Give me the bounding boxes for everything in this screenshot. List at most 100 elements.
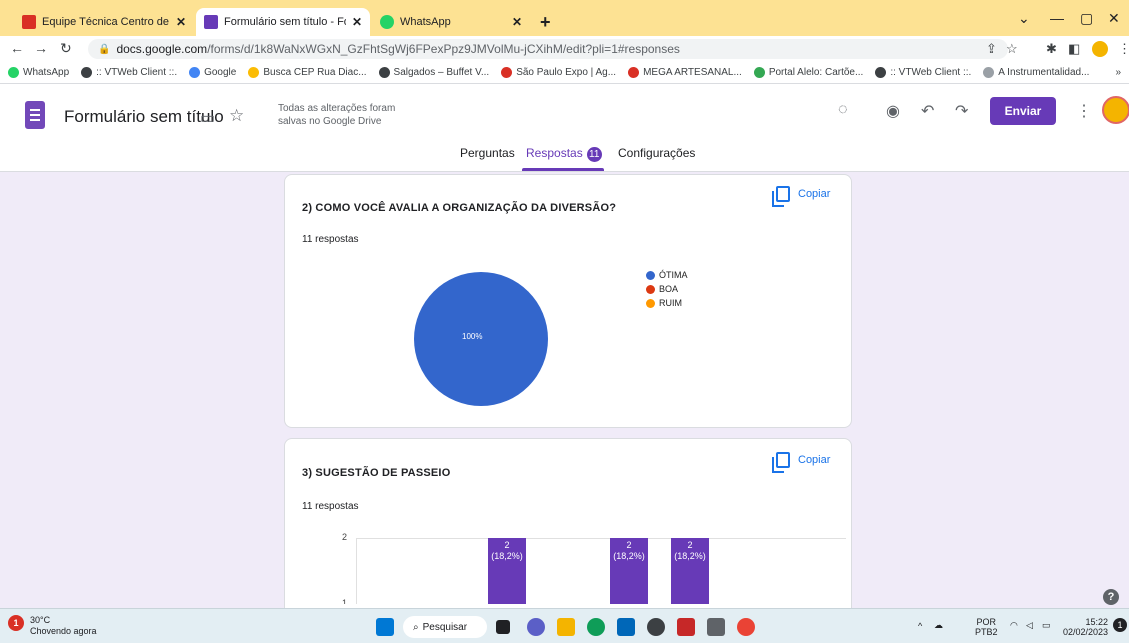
star-icon[interactable]: ☆ [229,106,244,126]
store-icon[interactable] [617,618,635,636]
browser-tab-forms[interactable]: Formulário sem título - Formulári ✕ [196,8,370,36]
bar-chart: 2 1 2 (18,2%) 2 (18,2%) 2 (18,2%) [330,528,850,604]
weather-alert-icon: 1 [8,615,24,631]
help-button[interactable]: ? [1103,589,1119,605]
bookmark-item[interactable]: Salgados – Buffet V... [378,67,489,78]
language-indicator[interactable]: POR PTB2 [975,617,998,637]
browser-tab-gmail[interactable]: Equipe Técnica Centro de Referê ✕ [14,8,194,36]
browser-tab-whatsapp[interactable]: WhatsApp ✕ [372,8,530,36]
url-input[interactable]: 🔒 docs.google.com /forms/d/1k8WaNxWGxN_G… [88,39,1008,59]
tab-responses[interactable]: Respostas 11 [526,146,602,162]
response-count: 11 respostas [302,501,359,512]
address-bar-row: ← → ↻ 🔒 docs.google.com /forms/d/1k8WaNx… [0,36,1129,62]
bookmark-item[interactable]: Portal Alelo: Cartõe... [753,67,864,78]
copy-chart-button[interactable]: Copiar [772,186,830,207]
volume-icon[interactable]: ◁ [1026,620,1033,630]
gmail-icon [22,15,36,29]
more-options-icon[interactable]: ⋮ [1076,101,1092,121]
undo-icon[interactable]: ↶ [921,101,934,121]
keyboard-layout: PTB2 [975,627,998,637]
gridline [356,538,846,539]
time: 15:22 [1085,617,1109,627]
bookmark-item[interactable]: São Paulo Expo | Ag... [501,67,616,78]
extensions-icon[interactable]: ✱ [1046,41,1057,57]
profile-icon[interactable] [1092,41,1108,57]
reload-icon[interactable]: ↻ [60,40,72,57]
save-status: Todas as alterações foram salvas no Goog… [278,103,396,127]
bookmark-item[interactable]: A Instrumentalidad... [983,67,1089,78]
redo-icon[interactable]: ↷ [955,101,968,121]
legend-label: BOA [659,284,679,294]
tab-search-icon[interactable]: ⌄ [1018,10,1030,27]
bookmarks-bar: WhatsApp:: VTWeb Client ::. Google Busca C… [0,62,1129,84]
chat-icon[interactable] [527,618,545,636]
dell-icon[interactable] [647,618,665,636]
chrome-icon[interactable] [737,618,755,636]
url-path: /forms/d/1k8WaNxWGxN_GzFhtSgWj6FPexPpz9J… [207,42,680,56]
tab-title: Formulário sem título - Formulári [224,16,346,28]
taskbar-search[interactable]: ⌕ Pesquisar [403,616,487,638]
bookmark-label: A Instrumentalidad... [998,67,1090,78]
windows-start-icon[interactable] [376,618,394,636]
side-panel-icon[interactable]: ◧ [1068,41,1080,57]
forms-logo-icon[interactable] [25,101,45,129]
bookmark-label: São Paulo Expo | Ag... [516,67,617,78]
tab-settings[interactable]: Configurações [618,146,695,160]
bookmark-item[interactable]: :: VTWeb Client ::. [875,67,971,78]
copy-chart-button[interactable]: Copiar [772,452,830,473]
bookmark-label: Busca CEP Rua Diac... [263,67,367,78]
legend-item: BOA [646,282,688,296]
menu-icon[interactable]: ⋮ [1118,41,1129,57]
file-explorer-icon[interactable] [557,618,575,636]
preview-eye-icon[interactable]: ◉ [886,101,900,121]
app-icon[interactable] [707,618,725,636]
send-button[interactable]: Enviar [990,97,1056,125]
close-icon[interactable]: ✕ [512,15,522,29]
clock[interactable]: 15:22 02/02/2023 [1063,617,1108,637]
tray-chevron-icon[interactable]: ^ [918,621,922,631]
bookmark-icon [248,67,260,78]
cloud-icon[interactable]: ☁ [934,620,943,630]
task-view-icon[interactable] [496,620,510,634]
search-label: Pesquisar [422,621,468,633]
forward-icon[interactable]: → [34,40,48,56]
bookmark-star-icon[interactable]: ☆ [1006,41,1018,57]
bookmark-item[interactable]: Google [189,67,236,78]
wifi-icon[interactable]: ◠ [1010,620,1018,630]
whatsapp-icon [380,15,394,29]
close-window-button[interactable]: ✕ [1108,10,1120,27]
bookmark-item[interactable]: Busca CEP Rua Diac... [248,67,367,78]
share-icon[interactable]: ⇪ [986,41,997,57]
bookmark-icon [8,67,19,78]
bookmark-icon [501,67,513,78]
bookmark-label: Portal Alelo: Cartõe... [768,67,864,78]
tab-questions[interactable]: Perguntas [460,146,515,160]
new-tab-button[interactable]: + [540,12,551,33]
edge-icon[interactable] [587,618,605,636]
palette-icon[interactable]: ◌ [838,101,848,119]
temperature: 30°C [30,615,51,625]
battery-icon[interactable]: ▭ [1042,620,1051,630]
bookmarks-more-icon[interactable]: » [1115,67,1121,78]
avatar[interactable] [1102,96,1129,124]
minimize-button[interactable]: — [1050,10,1064,26]
browser-tab-strip: Equipe Técnica Centro de Referê ✕ Formul… [0,0,1129,36]
bookmark-icon [753,67,765,78]
bookmark-icon [189,67,201,78]
bookmark-item[interactable]: WhatsApp [8,67,69,78]
back-icon[interactable]: ← [10,40,24,56]
mcafee-icon[interactable] [677,618,695,636]
windows-taskbar: 1 30°C Chovendo agora ⌕ Pesquisar ^ ☁ PO… [0,608,1129,643]
folder-icon[interactable]: ▭ [200,108,215,128]
close-icon[interactable]: ✕ [176,15,186,29]
bookmark-item[interactable]: :: VTWeb Client ::. [81,67,177,78]
copy-icon [772,452,790,473]
maximize-button[interactable]: ▢ [1080,10,1093,27]
notification-badge[interactable]: 1 [1113,618,1127,632]
date: 02/02/2023 [1063,627,1109,637]
question-title: 2) COMO VOCÊ AVALIA A ORGANIZAÇÃO DA DIV… [302,202,617,214]
weather-widget[interactable]: 1 30°C Chovendo agora [8,615,97,637]
bookmark-item[interactable]: MEGA ARTESANAL... [628,67,742,78]
close-icon[interactable]: ✕ [352,15,362,29]
bar-data-label: 2 (18,2%) [674,540,706,561]
